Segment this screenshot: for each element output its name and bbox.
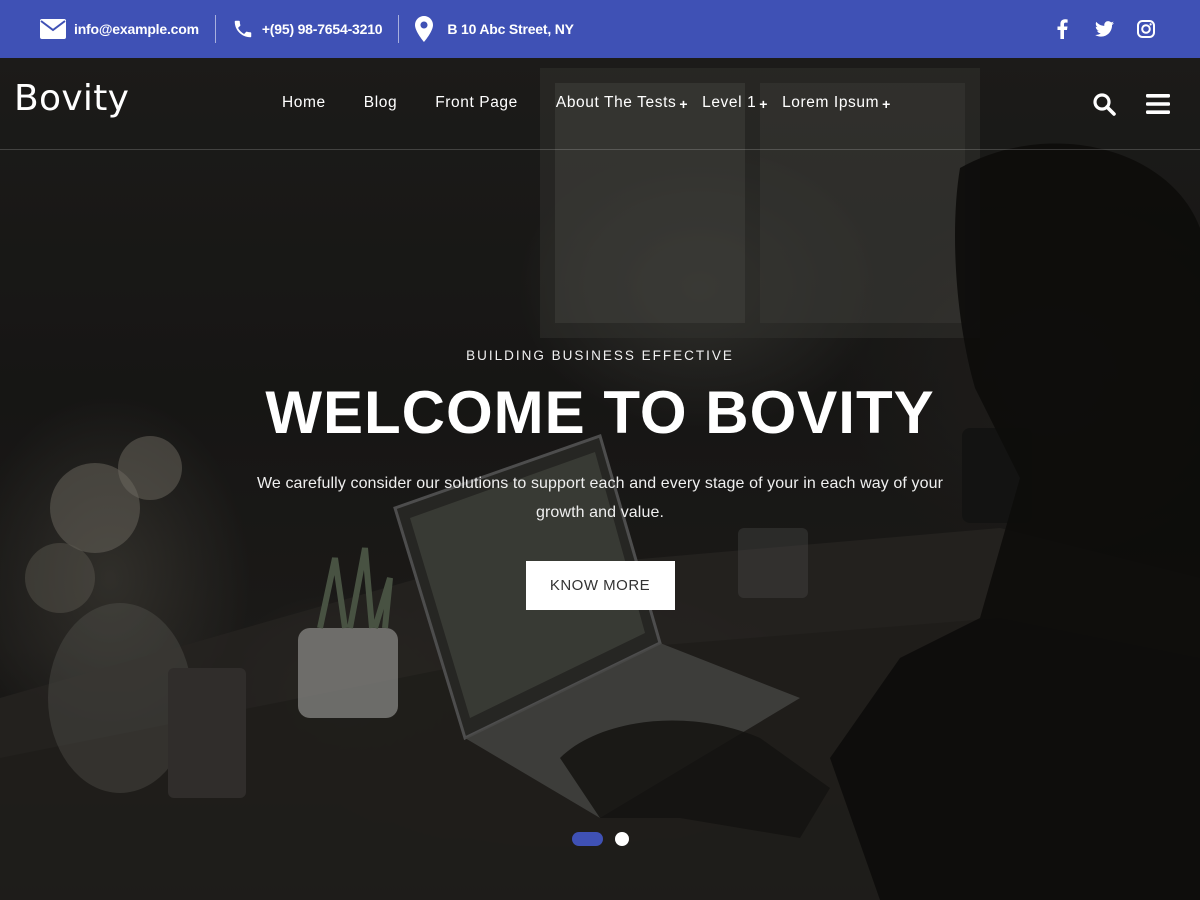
instagram-icon[interactable] [1136,19,1156,39]
address-text: B 10 Abc Street, NY [447,21,574,37]
mail-icon [40,19,66,39]
slide-dot-active[interactable] [572,832,603,846]
nav-item-about-the-tests[interactable]: About The Tests + [556,94,688,112]
nav-label: Home [282,94,326,111]
header-actions [1092,92,1170,116]
site-logo[interactable]: Bovity [14,78,129,119]
phone-text[interactable]: +(95) 98-7654-3210 [262,21,383,37]
plus-icon[interactable]: + [759,96,768,112]
nav-item-blog[interactable]: Blog [364,94,397,112]
hamburger-menu-icon[interactable] [1146,94,1170,114]
twitter-icon[interactable] [1094,19,1114,39]
nav-item-lorem-ipsum[interactable]: Lorem Ipsum + [782,94,891,112]
plus-icon[interactable]: + [882,96,891,112]
nav-item-level-1[interactable]: Level 1 + [702,94,768,112]
nav-item-front-page[interactable]: Front Page [435,94,518,112]
top-info-bar: info@example.com +(95) 98-7654-3210 B 10… [0,0,1200,58]
slide-dot[interactable] [615,832,629,846]
hero-title: WELCOME TO BOVITY [265,379,935,446]
main-header: Bovity Home Blog Front Page About The Te… [0,58,1200,150]
phone-icon [234,20,252,38]
hero-description: We carefully consider our solutions to s… [256,475,943,521]
hero-content: BUILDING BUSINESS EFFECTIVE WELCOME TO B… [0,348,1200,610]
slider-pagination [572,832,629,846]
nav-label: Front Page [435,94,518,111]
contact-info: info@example.com +(95) 98-7654-3210 B 10… [40,0,574,58]
main-nav: Home Blog Front Page About The Tests + Le… [282,94,905,112]
nav-label: Blog [363,94,398,111]
search-icon[interactable] [1092,92,1116,116]
facebook-icon[interactable] [1052,19,1072,39]
email-info[interactable]: info@example.com [40,16,199,42]
divider [398,15,400,43]
social-links [1052,19,1160,39]
hero-eyebrow: BUILDING BUSINESS EFFECTIVE [466,348,734,363]
divider [214,15,216,43]
nav-label: About The Tests [555,94,677,111]
phone-info[interactable]: +(95) 98-7654-3210 [232,16,383,42]
nav-label: Lorem Ipsum [782,94,880,111]
plus-icon[interactable]: + [679,96,688,112]
nav-label: Level 1 [702,94,757,111]
nav-item-home[interactable]: Home [282,94,326,112]
address-info: B 10 Abc Street, NY [415,16,574,42]
hero-slider: Bovity Home Blog Front Page About The Te… [0,58,1200,900]
email-text[interactable]: info@example.com [74,21,199,37]
know-more-button[interactable]: KNOW MORE [525,561,675,610]
location-pin-icon [415,16,434,42]
